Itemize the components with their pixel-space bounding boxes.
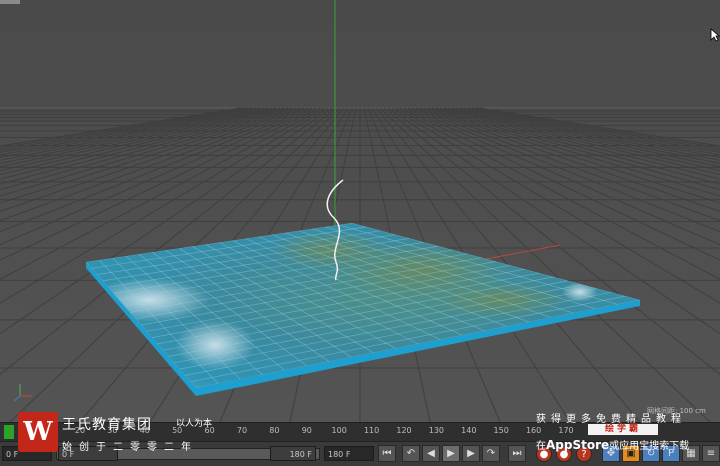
watermark-left: W 王氏教育集团 以人为本 始创于二零零二年	[18, 412, 238, 462]
timeline-tick-label: 90	[301, 426, 312, 435]
play-button[interactable]: ▶	[442, 445, 460, 462]
brand-slogan: 以人为本	[176, 419, 213, 429]
timeline-tick-label: 100	[331, 426, 347, 435]
3d-viewport[interactable]: 网格间距: 100 cm	[0, 0, 720, 422]
current-frame-marker[interactable]	[4, 425, 14, 439]
timeline-tick-label: 70	[236, 426, 248, 435]
watermark-right: 获得更多免费精品教程 绘学霸 在AppStore或应用宝搜索下载	[536, 408, 720, 454]
download-line: 在AppStore或应用宝搜索下载	[536, 437, 689, 452]
download-prefix: 在	[536, 441, 546, 452]
viewport-scene: 网格间距: 100 cm	[0, 0, 720, 422]
brand-founded: 始创于二零零二年	[62, 442, 198, 453]
timeline-tick-label: 120	[396, 426, 412, 435]
mouse-cursor-icon	[710, 28, 720, 42]
previous-key-button[interactable]: ↶	[402, 445, 420, 462]
download-store: AppStore	[546, 438, 610, 452]
download-suffix: 或应用宝搜索下载	[609, 441, 690, 452]
timeline-tick-label: 140	[461, 426, 477, 435]
app-badge: 绘学霸	[588, 424, 658, 435]
brand-logo-icon: W	[18, 412, 58, 452]
end-frame-field[interactable]: 180 F	[270, 446, 316, 461]
next-key-button[interactable]: ↷	[482, 445, 500, 462]
next-frame-button[interactable]: ▶	[462, 445, 480, 462]
timeline-tick-label: 150	[493, 426, 509, 435]
timeline-tick-label: 130	[428, 426, 445, 435]
go-to-end-button[interactable]: ⏭	[508, 445, 526, 462]
go-to-start-button[interactable]: ⏮	[378, 445, 396, 462]
viewport-corner-tab[interactable]	[0, 0, 20, 4]
timeline-tick-label: 80	[269, 426, 280, 435]
max-frame-field[interactable]: 180 F	[324, 446, 374, 461]
brand-name: 王氏教育集团	[62, 417, 152, 433]
timeline-tick-label: 110	[363, 426, 380, 435]
previous-frame-button[interactable]: ◀	[422, 445, 440, 462]
promo-line: 获得更多免费精品教程	[536, 414, 686, 425]
